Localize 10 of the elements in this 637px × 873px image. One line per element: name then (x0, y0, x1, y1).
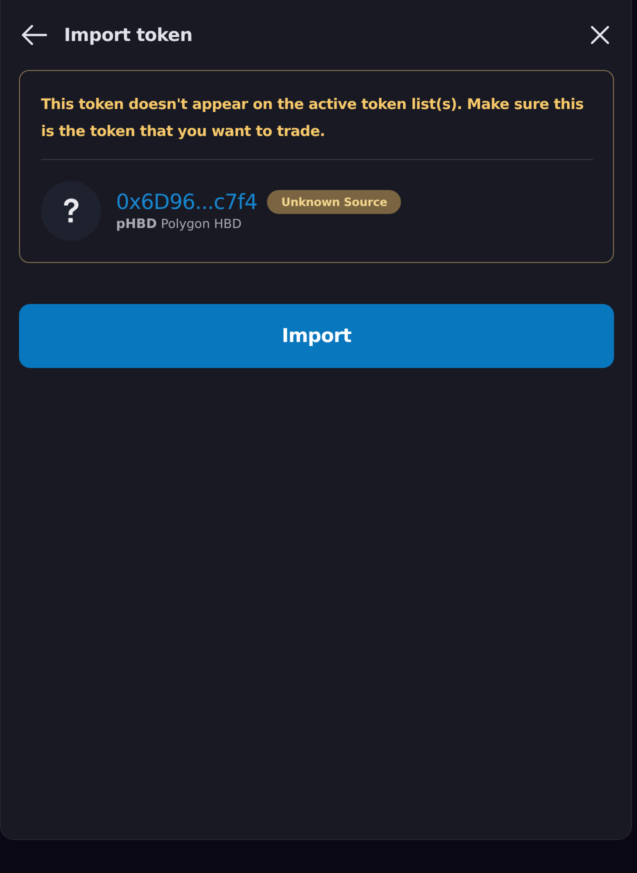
token-name: Polygon HBD (160, 216, 242, 231)
token-address[interactable]: 0x6D96...c7f4 (116, 190, 258, 214)
unknown-source-badge: Unknown Source (267, 190, 402, 214)
warning-message: This token doesn't appear on the active token list(s). Make sure this is the token that you want to trade. (41, 95, 585, 142)
import-button[interactable]: Import (19, 304, 614, 368)
close-icon[interactable] (591, 26, 609, 44)
token-symbol: pHBD (116, 217, 157, 232)
question-mark-icon (41, 181, 101, 241)
back-arrow-icon[interactable] (21, 25, 47, 45)
dialog-title: Import token (64, 24, 192, 46)
